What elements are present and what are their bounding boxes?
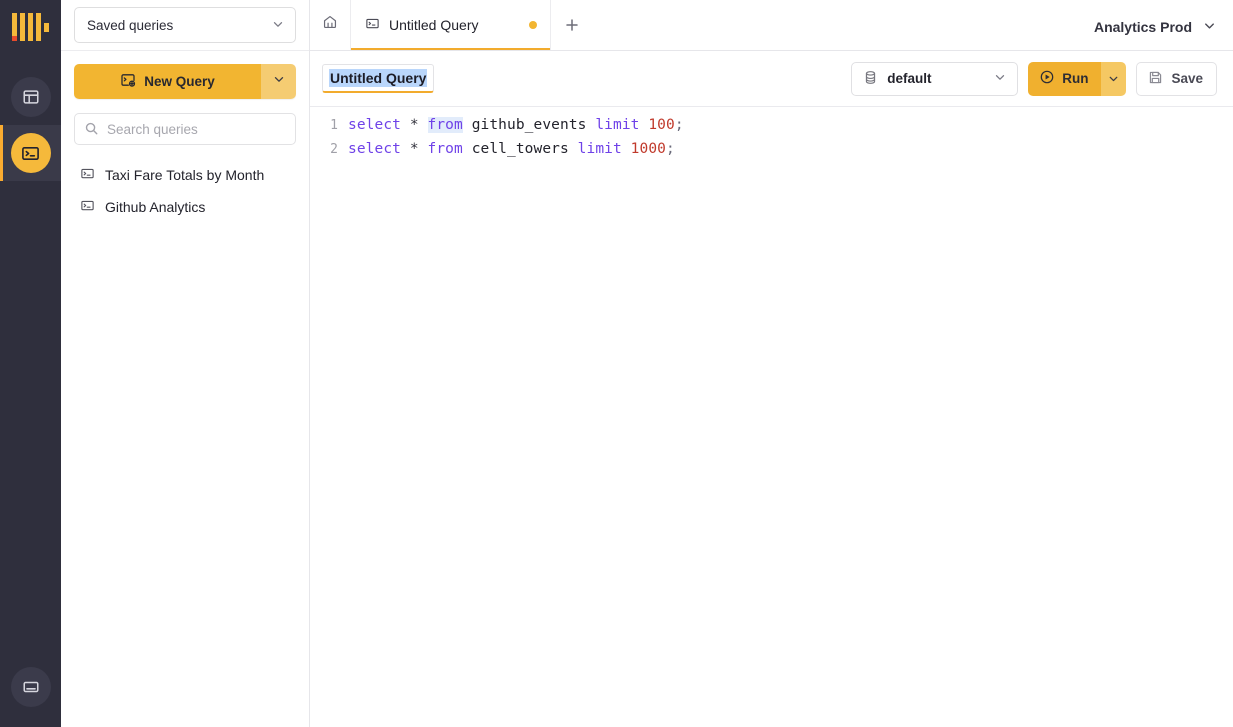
search-icon <box>84 121 99 141</box>
saved-query-label: Github Analytics <box>105 199 205 215</box>
home-icon <box>322 14 338 35</box>
code-token: select <box>348 117 401 133</box>
new-query-icon <box>120 72 136 91</box>
code-token <box>401 117 410 133</box>
code-token: ; <box>675 117 684 133</box>
new-query-main[interactable]: New Query <box>74 64 261 99</box>
play-circle-icon <box>1039 69 1055 88</box>
rail-slot-dashboards[interactable] <box>0 69 61 125</box>
chevron-down-icon <box>993 70 1007 87</box>
new-query-button[interactable]: New Query <box>74 64 296 99</box>
tab-strip: Untitled Query <box>310 0 592 50</box>
code-token <box>569 141 578 157</box>
run-button[interactable]: Run <box>1028 62 1126 96</box>
search-queries-input[interactable] <box>74 113 296 145</box>
sql-editor[interactable]: 1 select * from github_events limit 100;… <box>310 107 1233 727</box>
query-action-bar: Untitled Query default <box>310 51 1233 107</box>
service-selector[interactable]: Analytics Prod <box>1094 18 1217 50</box>
save-button[interactable]: Save <box>1136 62 1217 96</box>
code-token: * <box>410 141 419 157</box>
run-button-label: Run <box>1062 71 1088 86</box>
code-token: 1000 <box>631 141 666 157</box>
code-token: ; <box>666 141 675 157</box>
code-token <box>639 117 648 133</box>
unsaved-changes-dot <box>529 21 537 29</box>
code-content[interactable]: select * from cell_towers limit 1000; <box>348 141 675 157</box>
saved-query-item[interactable]: Taxi Fare Totals by Month <box>74 159 296 191</box>
database-selector[interactable]: default <box>851 62 1018 96</box>
code-token: cell_towers <box>472 141 569 157</box>
line-number: 2 <box>310 142 348 157</box>
code-token: from <box>428 117 463 133</box>
code-token <box>419 117 428 133</box>
search-queries-wrap <box>74 113 296 145</box>
query-tab-label: Untitled Query <box>389 17 520 33</box>
run-dropdown-toggle[interactable] <box>1101 62 1126 96</box>
tab-bar: Untitled Query Analytics Prod <box>310 0 1233 51</box>
save-button-label: Save <box>1171 71 1203 86</box>
query-title-value: Untitled Query <box>329 69 427 87</box>
code-token <box>463 117 472 133</box>
sidebar-body: New Query <box>61 51 309 223</box>
home-tab-button[interactable] <box>310 0 351 50</box>
code-token: 100 <box>648 117 675 133</box>
saved-query-list: Taxi Fare Totals by Month Github Analyti… <box>74 159 296 223</box>
new-query-label: New Query <box>144 74 215 89</box>
code-token <box>622 141 631 157</box>
code-token: limit <box>595 117 639 133</box>
dashboards-icon[interactable] <box>11 77 51 117</box>
rail-slot-sql-console[interactable] <box>0 125 61 181</box>
database-name: default <box>887 71 984 86</box>
new-tab-button[interactable] <box>551 0 592 50</box>
action-buttons: default <box>851 62 1217 96</box>
code-token <box>401 141 410 157</box>
query-tab[interactable]: Untitled Query <box>351 0 551 50</box>
code-line: 2 select * from cell_towers limit 1000; <box>310 137 1233 161</box>
chevron-down-icon <box>1202 18 1217 36</box>
console-icon <box>80 198 95 216</box>
left-rail <box>0 0 61 727</box>
chevron-down-icon <box>272 72 286 91</box>
rail-slot-services[interactable] <box>0 659 61 715</box>
main-panel: Untitled Query Analytics Prod <box>310 0 1233 727</box>
code-token: github_events <box>472 117 587 133</box>
code-content[interactable]: select * from github_events limit 100; <box>348 117 684 133</box>
new-query-dropdown-toggle[interactable] <box>261 64 296 99</box>
code-token: from <box>428 141 463 157</box>
chevron-down-icon <box>271 17 285 34</box>
query-title-input[interactable]: Untitled Query <box>322 64 434 93</box>
sql-console-icon[interactable] <box>11 133 51 173</box>
console-icon <box>80 166 95 184</box>
code-line: 1 select * from github_events limit 100; <box>310 113 1233 137</box>
code-token <box>419 141 428 157</box>
run-button-main[interactable]: Run <box>1028 62 1101 96</box>
code-token: limit <box>578 141 622 157</box>
clickhouse-logo <box>8 12 54 52</box>
saved-queries-selector-label: Saved queries <box>87 18 173 33</box>
service-name: Analytics Prod <box>1094 19 1192 35</box>
line-number: 1 <box>310 118 348 133</box>
code-token: select <box>348 141 401 157</box>
sidebar-header: Saved queries <box>61 0 309 51</box>
app-root: Saved queries <box>0 0 1233 727</box>
database-icon <box>863 70 878 88</box>
console-icon <box>365 16 380 34</box>
code-token: * <box>410 117 419 133</box>
saved-query-item[interactable]: Github Analytics <box>74 191 296 223</box>
saved-query-label: Taxi Fare Totals by Month <box>105 167 264 183</box>
code-token <box>586 117 595 133</box>
services-icon[interactable] <box>11 667 51 707</box>
floppy-disk-icon <box>1148 70 1163 88</box>
sidebar: Saved queries <box>61 0 310 727</box>
code-token <box>463 141 472 157</box>
saved-queries-selector[interactable]: Saved queries <box>74 7 296 43</box>
